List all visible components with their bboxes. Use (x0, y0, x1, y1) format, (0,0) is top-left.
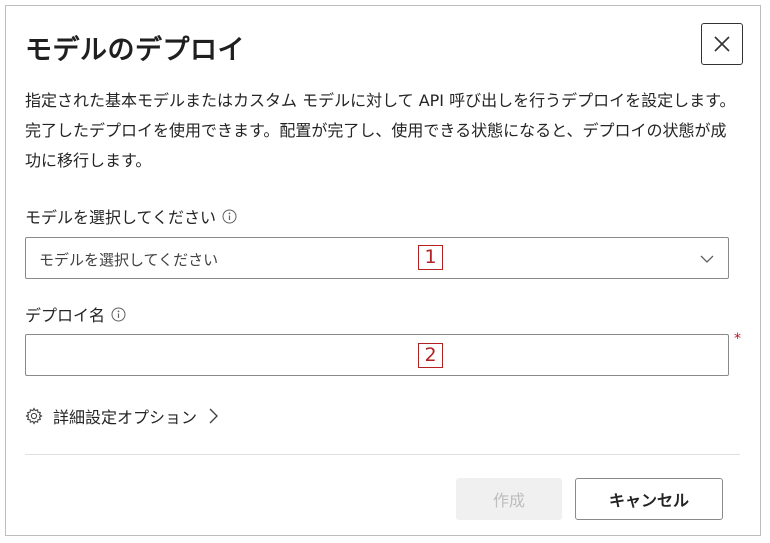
chevron-right-icon (209, 408, 219, 424)
info-icon[interactable] (111, 307, 126, 322)
footer-divider (25, 454, 740, 455)
chevron-down-icon (700, 255, 714, 263)
gear-icon (25, 407, 43, 425)
annotation-marker-1: 1 (418, 245, 443, 270)
deploy-name-label: デプロイ名 (25, 302, 126, 326)
dialog-title: モデルのデプロイ (25, 35, 245, 66)
close-icon (714, 36, 730, 52)
dialog-description: 指定された基本モデルまたはカスタム モデルに対して API 呼び出しを行うデプロ… (25, 91, 736, 170)
required-indicator: * (734, 331, 741, 347)
model-select-dropdown[interactable]: モデルを選択してください (25, 237, 729, 279)
annotation-marker-2: 2 (418, 343, 443, 368)
cancel-button[interactable]: キャンセル (575, 478, 723, 520)
create-button[interactable]: 作成 (456, 478, 562, 520)
deploy-model-dialog: モデルのデプロイ 指定された基本モデルまたはカスタム モデルに対して API 呼… (5, 5, 761, 536)
close-button[interactable] (701, 23, 743, 65)
info-icon[interactable] (222, 209, 237, 224)
advanced-options-label: 詳細設定オプション (53, 408, 198, 427)
model-select-label: モデルを選択してください (25, 204, 237, 228)
advanced-options-toggle[interactable]: 詳細設定オプション (25, 404, 219, 428)
model-select-value: モデルを選択してください (39, 251, 219, 269)
deploy-name-input[interactable] (25, 334, 729, 376)
model-select-label-text: モデルを選択してください (25, 208, 217, 227)
deploy-name-label-text: デプロイ名 (25, 306, 106, 325)
